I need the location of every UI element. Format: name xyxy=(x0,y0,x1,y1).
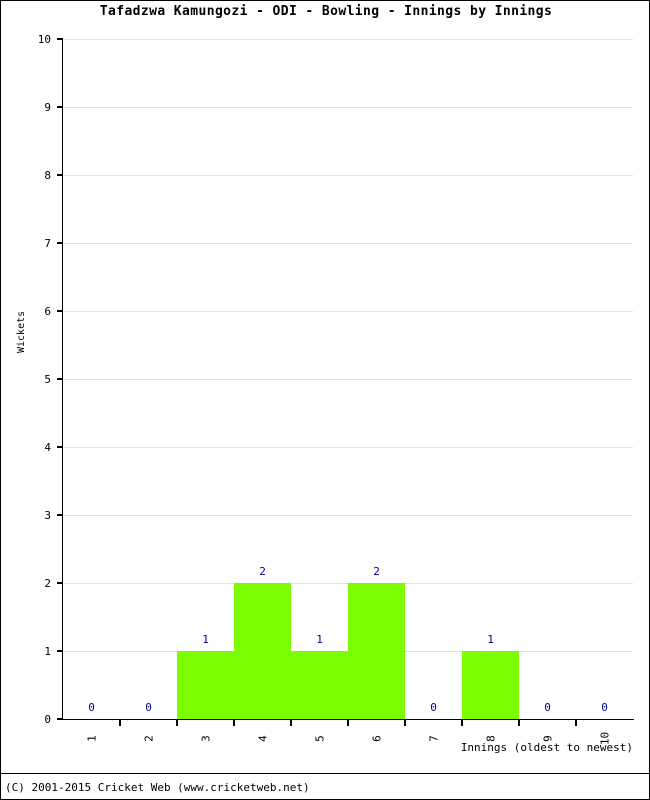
bar xyxy=(291,651,348,719)
bar-value-label: 0 xyxy=(145,701,152,714)
x-axis-tick xyxy=(290,719,292,726)
bar-value-label: 0 xyxy=(88,701,95,714)
bar-value-label: 2 xyxy=(259,565,266,578)
y-axis-tick-label: 8 xyxy=(44,169,51,182)
page-title: Tafadzwa Kamungozi - ODI - Bowling - Inn… xyxy=(99,4,553,19)
x-axis-tick-label: 7 xyxy=(427,735,440,742)
y-axis-tick-label: 4 xyxy=(44,441,51,454)
gridline xyxy=(63,447,633,448)
y-axis-tick-label: 5 xyxy=(44,373,51,386)
y-axis-tick xyxy=(57,38,63,40)
bar-value-label: 1 xyxy=(316,633,323,646)
y-axis-tick xyxy=(57,106,63,108)
x-axis-tick xyxy=(518,719,520,726)
gridline xyxy=(63,243,633,244)
y-axis-tick-label: 1 xyxy=(44,645,51,658)
copyright-text: (C) 2001-2015 Cricket Web (www.cricketwe… xyxy=(5,781,310,794)
bar-value-label: 0 xyxy=(430,701,437,714)
x-axis-tick xyxy=(119,719,121,726)
chart-page: Tafadzwa Kamungozi - ODI - Bowling - Inn… xyxy=(0,0,650,800)
x-axis-tick-label: 3 xyxy=(199,735,212,742)
y-axis-tick xyxy=(57,446,63,448)
y-axis-title: Wickets xyxy=(16,310,27,353)
plot-area: 0 0 1 2 1 2 0 1 0 0 xyxy=(57,38,633,726)
y-axis-tick-label: 3 xyxy=(44,509,51,522)
gridline xyxy=(63,175,633,176)
x-axis-tick-label: 1 xyxy=(85,735,98,742)
bar xyxy=(462,651,519,719)
y-axis-tick-label: 2 xyxy=(44,577,51,590)
bar xyxy=(177,651,234,719)
y-axis-tick xyxy=(57,174,63,176)
x-axis-tick xyxy=(575,719,577,726)
bar xyxy=(348,583,405,719)
gridline xyxy=(63,39,633,40)
y-axis-tick xyxy=(57,650,63,652)
gridline xyxy=(63,515,633,516)
bar-value-label: 0 xyxy=(601,701,608,714)
x-axis-tick xyxy=(404,719,406,726)
x-axis-tick-label: 4 xyxy=(256,735,269,742)
y-axis-tick xyxy=(57,718,63,720)
bar xyxy=(234,583,291,719)
bar-value-label: 2 xyxy=(373,565,380,578)
gridline xyxy=(63,379,633,380)
bar-value-label: 1 xyxy=(202,633,209,646)
gridline xyxy=(63,311,633,312)
y-axis-tick-label: 10 xyxy=(37,33,51,46)
x-axis-tick-label: 2 xyxy=(142,735,155,742)
y-axis-tick-label: 7 xyxy=(44,237,51,250)
y-axis-tick-label: 0 xyxy=(44,713,51,726)
gridline xyxy=(63,107,633,108)
x-axis-tick xyxy=(461,719,463,726)
y-axis-tick-label: 6 xyxy=(44,305,51,318)
x-axis-tick-label: 6 xyxy=(370,735,383,742)
x-axis-tick xyxy=(347,719,349,726)
x-axis-tick xyxy=(233,719,235,726)
y-axis-tick xyxy=(57,242,63,244)
bar-value-label: 1 xyxy=(487,633,494,646)
y-axis-tick xyxy=(57,582,63,584)
x-axis-tick xyxy=(176,719,178,726)
y-axis-tick xyxy=(57,378,63,380)
bar-value-label: 0 xyxy=(544,701,551,714)
x-axis-tick-label: 5 xyxy=(313,735,326,742)
y-axis-tick xyxy=(57,310,63,312)
footer-divider xyxy=(1,773,649,774)
x-axis-title: Innings (oldest to newest) xyxy=(460,741,633,754)
y-axis-tick-label: 9 xyxy=(44,101,51,114)
y-axis-tick xyxy=(57,514,63,516)
